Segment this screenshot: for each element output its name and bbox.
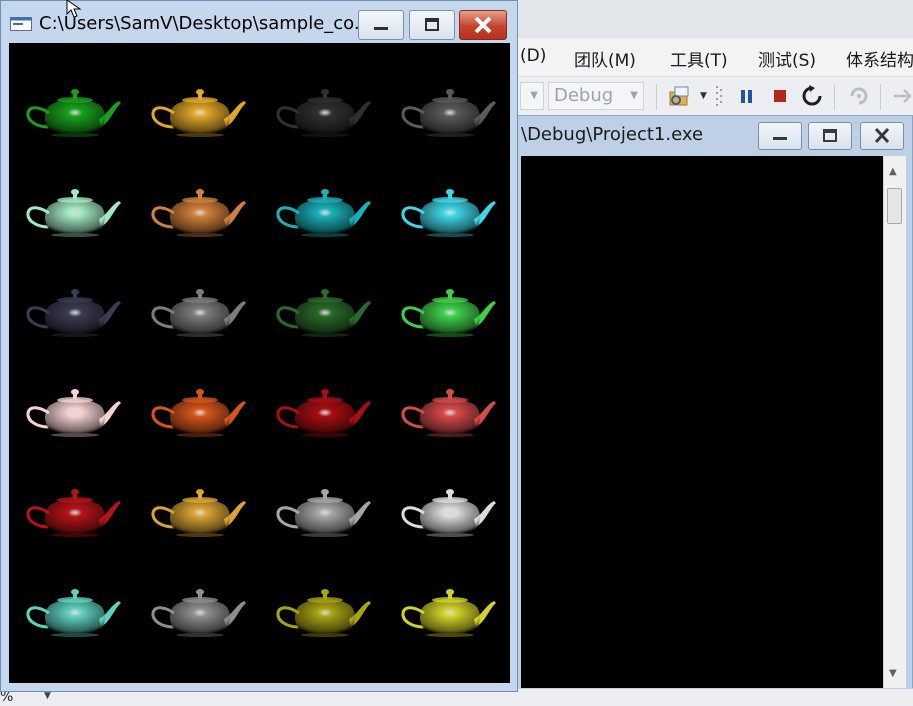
show-next-statement-icon[interactable] bbox=[846, 83, 872, 109]
teapot-r5-c1 bbox=[26, 489, 121, 537]
pause-icon[interactable] bbox=[734, 83, 760, 109]
teapot-app-window: C:\Users\SamV\Desktop\sample_co... bbox=[0, 0, 518, 692]
menu-debug[interactable]: (D) bbox=[520, 46, 546, 66]
console-minimize-button[interactable] bbox=[758, 122, 802, 150]
toolbar-separator bbox=[834, 84, 835, 110]
console-maximize-button[interactable] bbox=[808, 122, 852, 150]
teapot-r1-c3 bbox=[276, 89, 371, 137]
config-combo[interactable]: Debug ▼ bbox=[548, 82, 644, 110]
menu-test[interactable]: 测试(S) bbox=[758, 46, 816, 71]
dropdown-arrow-icon: ▼ bbox=[630, 90, 638, 101]
teapot-render-canvas[interactable] bbox=[9, 43, 510, 683]
toolbar-separator bbox=[656, 84, 657, 110]
teapot-r3-c2 bbox=[151, 289, 246, 337]
platform-combo[interactable]: ▼ bbox=[520, 82, 544, 110]
teapot-r1-c4 bbox=[401, 89, 496, 137]
menu-architecture[interactable]: 体系结构 bbox=[846, 46, 913, 71]
teapot-r3-c1 bbox=[26, 289, 121, 337]
console-window: \Debug\Project1.exe ▲ ▼ bbox=[500, 115, 913, 693]
scroll-up-icon[interactable]: ▲ bbox=[889, 166, 897, 177]
menu-team[interactable]: 团队(M) bbox=[574, 46, 636, 71]
teapot-r4-c3 bbox=[276, 389, 371, 437]
toolbar-separator bbox=[880, 84, 881, 110]
teapot-r5-c3 bbox=[276, 489, 371, 537]
maximize-icon bbox=[425, 18, 439, 31]
console-output bbox=[521, 156, 883, 688]
zoom-dropdown-icon[interactable]: ▼ bbox=[44, 691, 51, 701]
app-close-button[interactable] bbox=[459, 10, 507, 40]
teapot-r4-c2 bbox=[151, 389, 246, 437]
dropdown-arrow-icon: ▼ bbox=[530, 90, 538, 101]
minimize-icon bbox=[773, 137, 787, 140]
scroll-thumb[interactable] bbox=[887, 188, 902, 224]
minimize-icon bbox=[374, 27, 388, 30]
app-maximize-button[interactable] bbox=[409, 10, 455, 40]
teapot-r4-c1 bbox=[26, 389, 121, 437]
app-minimize-button[interactable] bbox=[358, 10, 404, 40]
close-icon bbox=[474, 16, 492, 34]
restart-icon[interactable] bbox=[799, 83, 825, 109]
console-title: \Debug\Project1.exe bbox=[521, 124, 704, 145]
console-app-icon bbox=[10, 17, 32, 31]
toolbar-grip-icon bbox=[716, 86, 722, 106]
teapot-r2-c1 bbox=[26, 189, 121, 237]
console-scrollbar[interactable]: ▲ ▼ bbox=[883, 156, 906, 688]
teapot-r5-c2 bbox=[151, 489, 246, 537]
mouse-cursor-icon bbox=[66, 0, 82, 18]
teapot-r1-c2 bbox=[151, 89, 246, 137]
step-arrow-icon[interactable] bbox=[890, 83, 913, 109]
teapot-r2-c3 bbox=[276, 189, 371, 237]
menu-tools[interactable]: 工具(T) bbox=[670, 46, 728, 71]
teapot-r6-c3 bbox=[276, 589, 371, 637]
teapot-r3-c4 bbox=[401, 289, 496, 337]
teapot-r3-c3 bbox=[276, 289, 371, 337]
dropdown-arrow-icon[interactable]: ▼ bbox=[700, 91, 707, 101]
find-in-files-icon[interactable] bbox=[666, 83, 692, 109]
teapot-r2-c2 bbox=[151, 189, 246, 237]
app-window-title: C:\Users\SamV\Desktop\sample_co... bbox=[39, 13, 372, 34]
teapot-r4-c4 bbox=[401, 389, 496, 437]
teapot-r1-c1 bbox=[26, 89, 121, 137]
teapot-r6-c2 bbox=[151, 589, 246, 637]
scroll-down-icon[interactable]: ▼ bbox=[889, 668, 897, 679]
config-combo-value: Debug bbox=[554, 85, 614, 106]
teapot-r6-c1 bbox=[26, 589, 121, 637]
maximize-icon bbox=[823, 129, 837, 142]
stop-icon[interactable] bbox=[767, 83, 793, 109]
teapot-r5-c4 bbox=[401, 489, 496, 537]
console-close-button[interactable] bbox=[860, 122, 904, 150]
teapot-r2-c4 bbox=[401, 189, 496, 237]
close-icon bbox=[874, 127, 890, 144]
teapot-r6-c4 bbox=[401, 589, 496, 637]
